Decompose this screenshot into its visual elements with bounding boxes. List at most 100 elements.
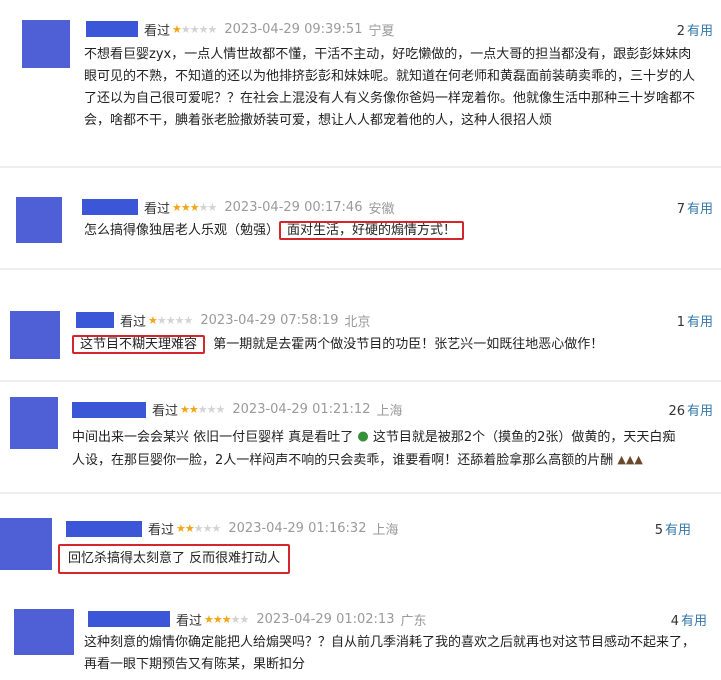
- review-text-line: 了还以为自己很可爱呢？？在社会上混没有人有义务像你爸妈一样宠着你。他就像生活中那…: [84, 91, 696, 106]
- review-text: 回忆杀搞得太刻意了 反而很难打动人: [58, 544, 291, 574]
- star-icon: ★: [239, 613, 250, 626]
- star-icon: ★: [202, 522, 213, 535]
- useful-count: 2: [676, 24, 685, 39]
- star-icon: ★: [206, 403, 217, 416]
- useful-count: 4: [670, 614, 679, 629]
- star-icon: ★: [180, 23, 191, 36]
- review-time: 2023-04-29 01:02:13: [256, 612, 395, 627]
- username-redacted[interactable]: [76, 312, 114, 328]
- star-icon: ★: [184, 522, 195, 535]
- review-meta: 看过 ★★★★★ 2023-04-29 09:39:51 宁夏: [144, 20, 394, 39]
- review-text: 这种刻意的煽情你确定能把人给煽哭吗？？自从前几季消耗了我的喜欢之后就再也对这节目…: [84, 632, 695, 676]
- review-time: 2023-04-29 09:39:51: [224, 22, 363, 37]
- review-location: 宁夏: [368, 24, 395, 39]
- watched-label: 看过: [120, 315, 147, 330]
- star-icon: ★: [207, 23, 218, 36]
- review-text: 这节目不糊天理难容 第一期就是去霍两个做没节目的功臣！张艺兴一如既往地恶心做作！: [72, 334, 603, 356]
- useful-button[interactable]: 4 有用: [671, 610, 707, 629]
- useful-button[interactable]: 2 有用: [677, 20, 713, 39]
- star-icon: ★: [221, 613, 232, 626]
- useful-label: 有用: [686, 315, 713, 330]
- star-icon: ★: [180, 403, 190, 416]
- review-text-plain: 第一期就是去霍两个做没节目的功臣！张艺兴一如既往地恶心做作！: [213, 337, 604, 352]
- review-text-segment: 这节目就是被那2个（摸鱼的2张）做黄的，天天白痴: [372, 430, 676, 445]
- username-redacted[interactable]: [88, 611, 170, 627]
- useful-button[interactable]: 1 有用: [677, 311, 713, 330]
- username-redacted[interactable]: [86, 21, 138, 37]
- star-icon: ★: [180, 201, 191, 214]
- username-redacted[interactable]: [66, 521, 142, 537]
- review-text-plain: 怎么搞得像独居老人乐观（勉强）: [84, 223, 280, 238]
- watched-label: 看过: [144, 24, 171, 39]
- useful-button[interactable]: 7 有用: [677, 198, 713, 217]
- star-icon: ★: [211, 522, 222, 535]
- watched-label: 看过: [176, 614, 203, 629]
- star-icon: ★: [172, 201, 182, 214]
- star-icon: ★: [176, 522, 186, 535]
- star-icon: ★: [230, 613, 241, 626]
- avatar[interactable]: [14, 609, 74, 655]
- star-icon: ★: [197, 403, 208, 416]
- review-text-line: 眼可见的不熟，不知道的还以为他排挤彭彭和妹妹呢。就知道在何老师和黄磊面前装萌卖乖…: [84, 69, 696, 84]
- useful-button[interactable]: 26 有用: [668, 400, 713, 419]
- review-time: 2023-04-29 00:17:46: [224, 200, 363, 215]
- vomit-emoji-icon: ●: [357, 429, 369, 444]
- review-text: 不想看巨婴zyx，一点人情世故都不懂，干活不主动，好吃懒做的，一点大哥的担当都没…: [84, 44, 695, 132]
- review-text-segment: 人设，在那巨婴你一脸，2人一样闷声不响的只会卖乖，谁要看啊！还舔着脸拿那么高额的…: [72, 453, 614, 468]
- star-icon: ★: [212, 613, 223, 626]
- highlighted-text: 这节目不糊天理难容: [72, 335, 206, 354]
- star-icon: ★: [165, 314, 176, 327]
- review-meta: 看过 ★★★★★ 2023-04-29 01:02:13 广东: [176, 610, 426, 629]
- review-text-line: 不想看巨婴zyx，一点人情世故都不懂，干活不主动，好吃懒做的，一点大哥的担当都没…: [84, 47, 692, 62]
- review-time: 2023-04-29 01:16:32: [228, 521, 367, 536]
- divider: [0, 268, 721, 270]
- useful-count: 7: [676, 202, 685, 217]
- rating-stars: ★★★★★: [148, 313, 194, 328]
- useful-label: 有用: [686, 24, 713, 39]
- avatar[interactable]: [10, 397, 58, 449]
- review-time: 2023-04-29 07:58:19: [200, 313, 339, 328]
- watched-label: 看过: [144, 202, 171, 217]
- review-location: 广东: [400, 614, 427, 629]
- review-meta: 看过 ★★★★★ 2023-04-29 01:16:32 上海: [148, 519, 398, 538]
- star-icon: ★: [198, 201, 209, 214]
- useful-label: 有用: [686, 202, 713, 217]
- review-text-line: 人设，在那巨婴你一脸，2人一样闷声不响的只会卖乖，谁要看啊！还舔着脸拿那么高额的…: [72, 449, 675, 472]
- review-text: 中间出来一会会某兴 依旧一付巨婴样 真是看吐了 ● 这节目就是被那2个（摸鱼的2…: [72, 426, 675, 472]
- review-text-line: 会，啥都不干，腆着张老脸撒娇装可爱，想让人人都宠着他的人，这种人很招人烦: [84, 113, 553, 128]
- username-redacted[interactable]: [82, 199, 138, 215]
- review-location: 北京: [344, 315, 371, 330]
- review-location: 上海: [376, 404, 403, 419]
- useful-label: 有用: [664, 523, 691, 538]
- username-redacted[interactable]: [72, 402, 146, 418]
- divider: [0, 492, 721, 494]
- useful-count: 5: [654, 523, 663, 538]
- star-icon: ★: [172, 23, 182, 36]
- rating-stars: ★★★★★: [180, 402, 226, 417]
- rating-stars: ★★★★★: [176, 521, 222, 536]
- review-time: 2023-04-29 01:21:12: [232, 402, 371, 417]
- star-icon: ★: [204, 613, 214, 626]
- useful-count: 26: [668, 404, 685, 419]
- useful-button[interactable]: 5 有用: [655, 519, 691, 538]
- review-text-line: 这种刻意的煽情你确定能把人给煽哭吗？？自从前几季消耗了我的喜欢之后就再也对这节目…: [84, 635, 696, 650]
- review-meta: 看过 ★★★★★ 2023-04-29 01:21:12 上海: [152, 400, 402, 419]
- review-meta: 看过 ★★★★★ 2023-04-29 07:58:19 北京: [120, 311, 370, 330]
- star-icon: ★: [189, 23, 200, 36]
- star-icon: ★: [183, 314, 194, 327]
- rating-stars: ★★★★★: [204, 612, 250, 627]
- review-text: 怎么搞得像独居老人乐观（勉强） 面对生活，好硬的煽情方式！: [84, 220, 465, 242]
- avatar[interactable]: [0, 518, 52, 570]
- useful-count: 1: [676, 315, 685, 330]
- avatar[interactable]: [10, 311, 60, 359]
- divider: [0, 380, 721, 382]
- star-icon: ★: [193, 522, 204, 535]
- avatar[interactable]: [16, 197, 62, 243]
- star-icon: ★: [174, 314, 185, 327]
- review-text-line: 中间出来一会会某兴 依旧一付巨婴样 真是看吐了 ● 这节目就是被那2个（摸鱼的2…: [72, 426, 675, 449]
- star-icon: ★: [215, 403, 226, 416]
- divider: [0, 166, 721, 168]
- avatar[interactable]: [22, 20, 70, 68]
- star-icon: ★: [189, 201, 200, 214]
- poop-emoji-icon: ▲▲▲: [617, 453, 643, 466]
